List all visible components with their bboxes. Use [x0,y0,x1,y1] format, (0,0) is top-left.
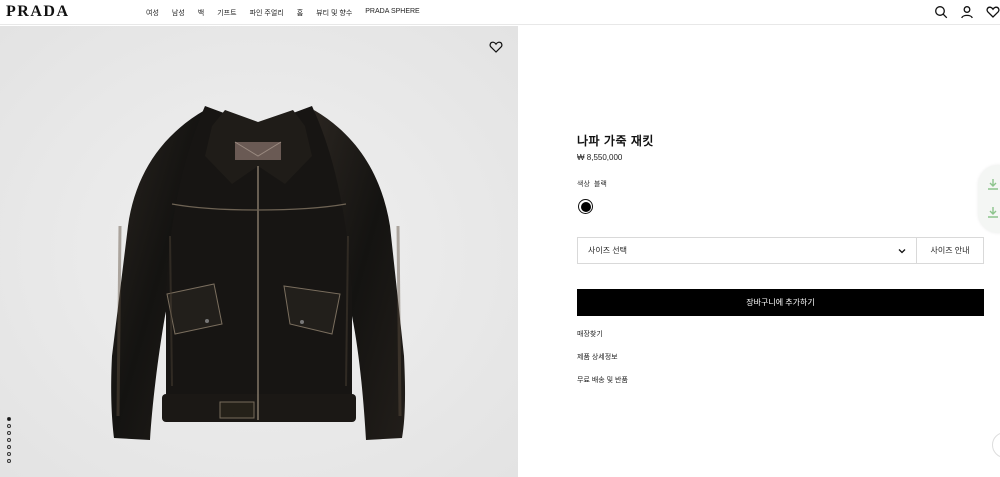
size-guide-link[interactable]: 사이즈 안내 [917,238,983,263]
size-row: 사이즈 선택 사이즈 안내 [577,237,984,264]
nav-item-beauty[interactable]: 뷰티 및 향수 [316,8,352,18]
add-to-wishlist-icon[interactable] [489,40,503,54]
side-widget[interactable] [978,165,1000,233]
product-details-link[interactable]: 제품 상세정보 [577,352,618,362]
product-gallery[interactable] [0,26,518,477]
nav-item-home[interactable]: 홈 [297,8,303,18]
shipping-returns-link[interactable]: 무료 배송 및 반품 [577,375,628,385]
nav-item-prada-sphere[interactable]: PRADA SPHERE [365,8,419,18]
gallery-pagination [7,417,11,463]
swatch-fill [580,201,591,212]
gallery-dot[interactable] [7,445,11,449]
product-title: 나파 가죽 재킷 [577,134,654,148]
floating-action-button[interactable] [992,432,1000,458]
nav-item-fine-jewelry[interactable]: 파인 주얼리 [250,8,284,18]
product-details: 나파 가죽 재킷 ₩ 8,550,000 색상 블랙 사이즈 선택 사이즈 안내 … [577,0,985,477]
gallery-dot[interactable] [7,424,11,428]
nav-item-gifts[interactable]: 기프트 [217,8,236,18]
size-select-label: 사이즈 선택 [588,246,628,255]
main-nav: 여성 남성 백 기프트 파인 주얼리 홈 뷰티 및 향수 PRADA SPHER… [146,8,420,18]
color-label: 색상 [577,181,590,188]
product-price: ₩ 8,550,000 [577,153,623,162]
find-store-link[interactable]: 매장찾기 [577,329,603,339]
size-select[interactable]: 사이즈 선택 [578,238,917,263]
product-image [0,26,518,477]
gallery-dot[interactable] [7,459,11,463]
gallery-dot[interactable] [7,438,11,442]
download-icon[interactable] [986,205,1000,219]
color-label-row: 색상 블랙 [577,179,607,189]
prada-logo[interactable]: PRADA [6,3,70,21]
gallery-dot[interactable] [7,431,11,435]
wishlist-icon[interactable] [986,5,1000,19]
nav-item-men[interactable]: 남성 [172,8,185,18]
add-to-cart-button[interactable]: 장바구니에 추가하기 [577,289,984,316]
gallery-dot[interactable] [7,452,11,456]
gallery-dot[interactable] [7,417,11,421]
download-icon[interactable] [986,177,1000,191]
nav-item-women[interactable]: 여성 [146,8,159,18]
color-swatch-black[interactable] [578,199,593,214]
chevron-down-icon [898,249,906,254]
color-value: 블랙 [593,181,607,188]
nav-item-bags[interactable]: 백 [198,8,204,18]
